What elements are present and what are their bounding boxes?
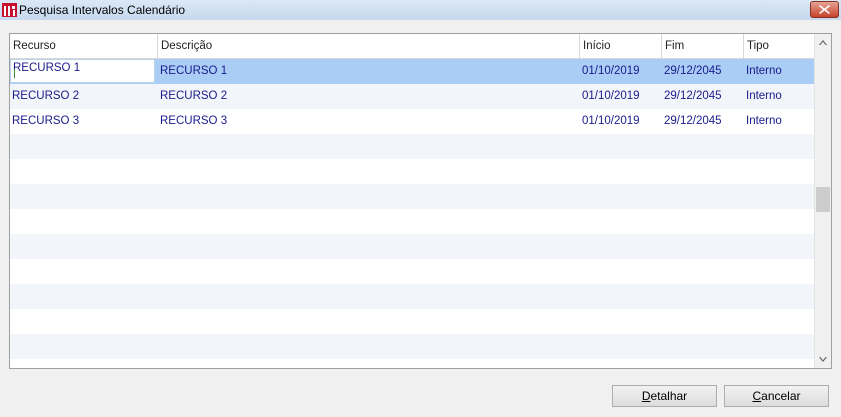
- cancelar-mnemonic: C: [752, 389, 762, 403]
- recurso-cell[interactable]: RECURSO 2: [10, 84, 79, 109]
- empty-row: [10, 184, 814, 209]
- close-icon: [819, 5, 830, 14]
- recurso-cell[interactable]: RECURSO 3: [10, 109, 79, 134]
- descricao-cell[interactable]: RECURSO 2: [158, 84, 227, 109]
- column-header-tipo[interactable]: Tipo: [744, 34, 814, 58]
- detalhar-button[interactable]: Detalhar: [612, 385, 717, 407]
- recurso-cell-value: RECURSO 1: [13, 62, 81, 74]
- close-button[interactable]: [810, 1, 839, 18]
- column-header-descricao[interactable]: Descrição: [158, 34, 580, 58]
- empty-row: [10, 209, 814, 234]
- empty-row: [10, 134, 814, 159]
- scroll-up-button[interactable]: [815, 34, 831, 51]
- tipo-cell[interactable]: Interno: [744, 84, 782, 109]
- inicio-cell[interactable]: 01/10/2019: [580, 59, 640, 84]
- table-row[interactable]: RECURSO 1 RECURSO 1 01/10/2019 29/12/204…: [10, 59, 814, 84]
- descricao-cell[interactable]: RECURSO 1: [158, 59, 227, 84]
- column-header-recurso[interactable]: Recurso: [10, 34, 158, 58]
- column-header-inicio[interactable]: Início: [580, 34, 662, 58]
- empty-row: [10, 159, 814, 184]
- title-bar[interactable]: Pesquisa Intervalos Calendário: [0, 0, 841, 20]
- dialog-window: Pesquisa Intervalos Calendário Recurso D…: [0, 0, 841, 417]
- results-grid[interactable]: Recurso Descrição Início Fim Tipo RECURS…: [9, 33, 832, 369]
- tipo-cell[interactable]: Interno: [744, 59, 782, 84]
- text-caret: [14, 69, 15, 78]
- vertical-scrollbar[interactable]: [814, 34, 831, 368]
- inicio-cell[interactable]: 01/10/2019: [580, 109, 640, 134]
- empty-row: [10, 284, 814, 309]
- column-header-fim[interactable]: Fim: [662, 34, 744, 58]
- scroll-down-button[interactable]: [815, 351, 831, 368]
- empty-row: [10, 359, 814, 368]
- empty-row: [10, 309, 814, 334]
- tipo-cell[interactable]: Interno: [744, 109, 782, 134]
- recurso-edit-cell[interactable]: RECURSO 1: [10, 59, 155, 83]
- descricao-cell[interactable]: RECURSO 3: [158, 109, 227, 134]
- table-row[interactable]: RECURSO 3 RECURSO 3 01/10/2019 29/12/204…: [10, 109, 814, 134]
- inicio-cell[interactable]: 01/10/2019: [580, 84, 640, 109]
- chevron-up-icon: [819, 40, 827, 45]
- window-title: Pesquisa Intervalos Calendário: [19, 3, 186, 17]
- fim-cell[interactable]: 29/12/2045: [662, 109, 722, 134]
- chevron-down-icon: [819, 357, 827, 362]
- empty-row: [10, 259, 814, 284]
- cancelar-label: ancelar: [761, 389, 801, 403]
- detalhar-label: etalhar: [650, 389, 688, 403]
- app-logo-icon: [2, 3, 17, 17]
- empty-row: [10, 334, 814, 359]
- fim-cell[interactable]: 29/12/2045: [662, 84, 722, 109]
- table-row[interactable]: RECURSO 2 RECURSO 2 01/10/2019 29/12/204…: [10, 84, 814, 109]
- cancelar-button[interactable]: Cancelar: [724, 385, 829, 407]
- grid-header: Recurso Descrição Início Fim Tipo: [10, 34, 814, 59]
- empty-row: [10, 234, 814, 259]
- fim-cell[interactable]: 29/12/2045: [662, 59, 722, 84]
- scrollbar-thumb[interactable]: [816, 187, 830, 212]
